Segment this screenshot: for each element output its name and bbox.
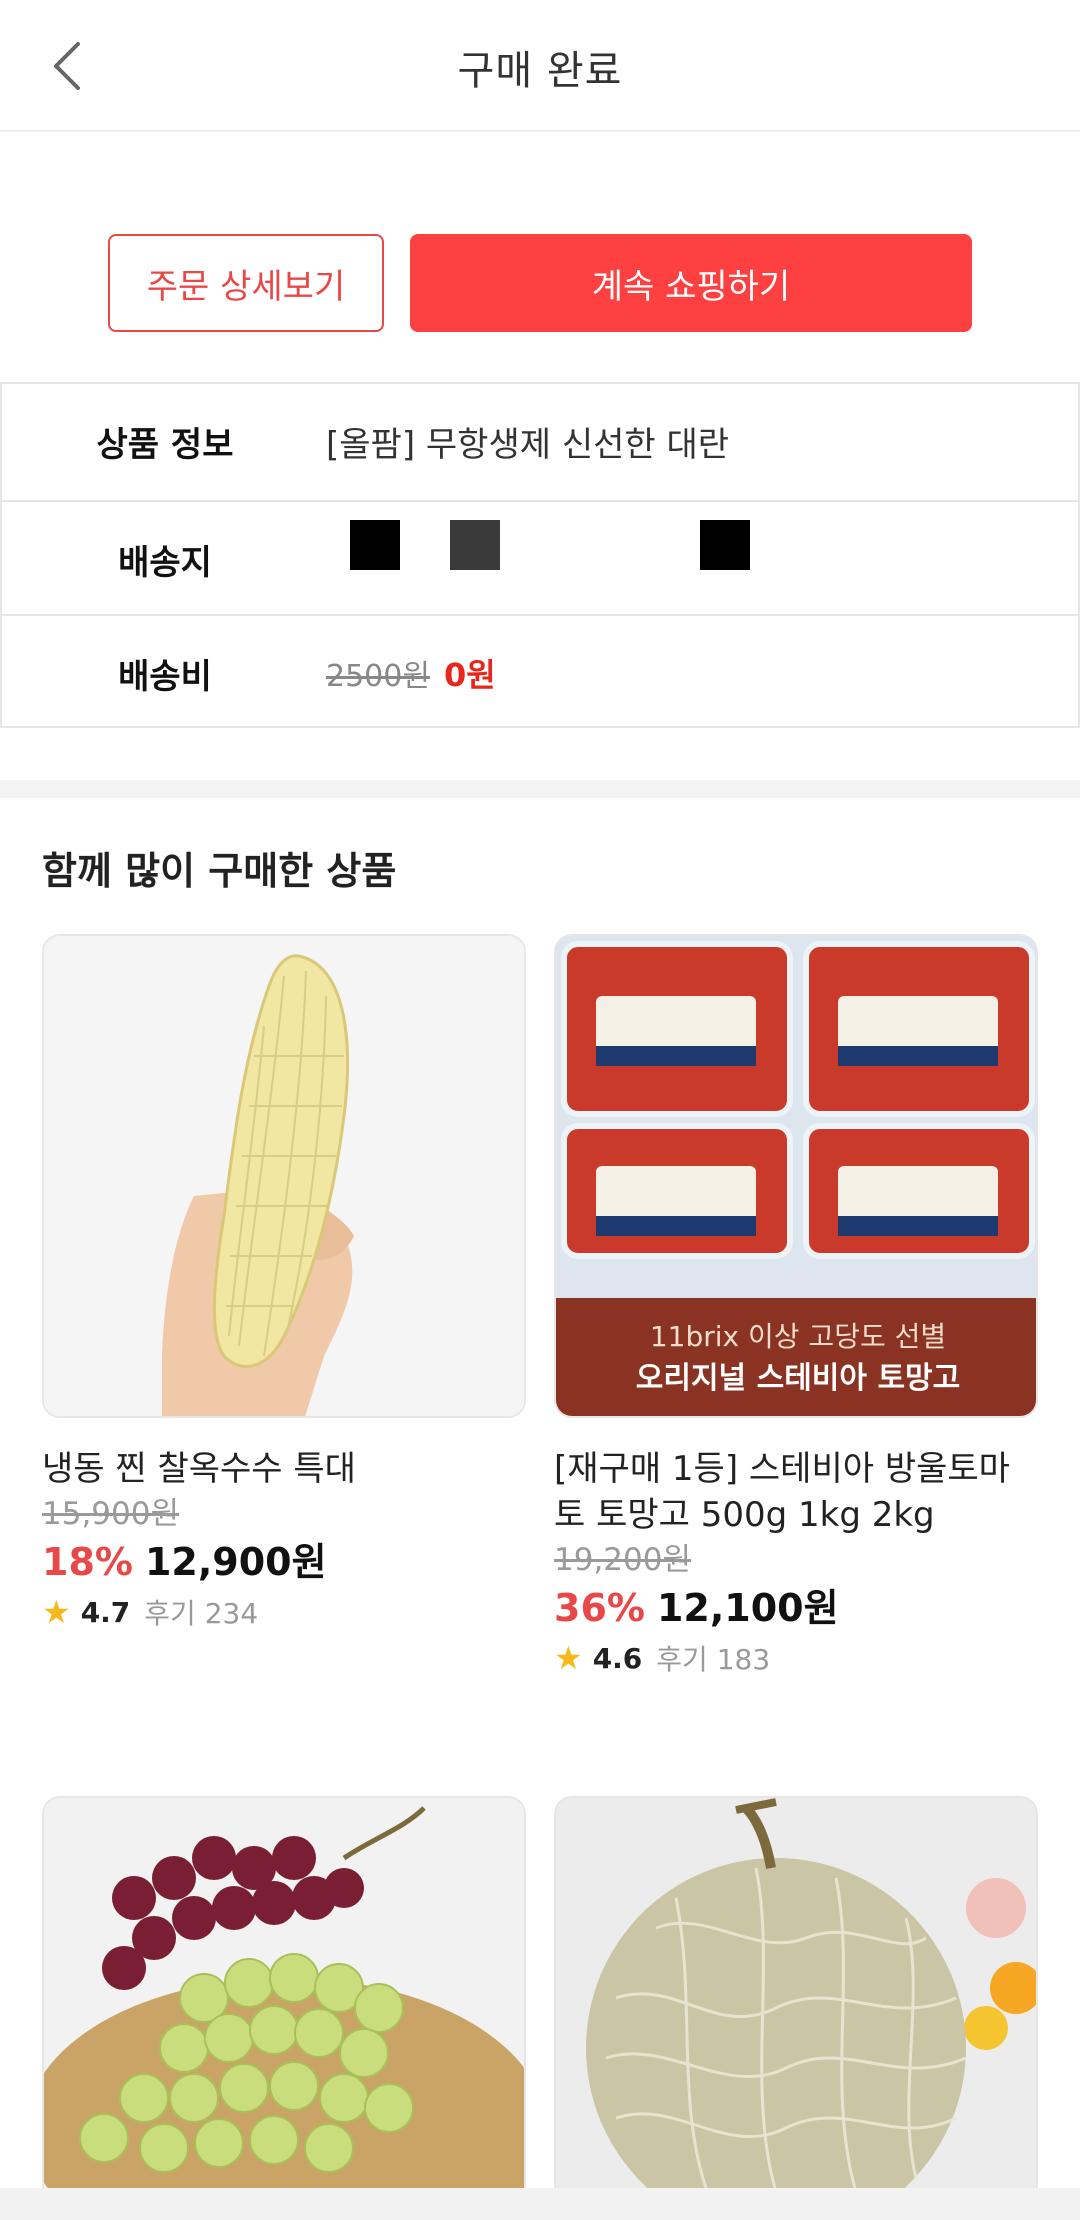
product-discount: 36% <box>554 1586 645 1630</box>
product-reviews: 후기 183 <box>656 1643 771 1676</box>
product-reviews: 후기 234 <box>144 1597 259 1630</box>
shipping-fee-row: 배송비 2500원 0원 <box>2 614 1078 728</box>
product-image[interactable] <box>42 1796 526 2190</box>
product-price-row: 18% 12,900원 <box>42 1536 526 1588</box>
order-detail-button[interactable]: 주문 상세보기 <box>108 234 384 332</box>
product-discount: 18% <box>42 1540 133 1584</box>
product-rating: 4.7 <box>80 1595 131 1629</box>
product-card[interactable]: 11brix 이상 고당도 선별 오리지널 스테비아 토망고 [재구매 1등] … <box>554 934 1038 1678</box>
product-rating-row: ★ 4.6 후기 183 <box>554 1638 1038 1678</box>
redacted-block <box>450 520 500 570</box>
continue-shopping-button[interactable]: 계속 쇼핑하기 <box>410 234 972 332</box>
product-card[interactable] <box>42 1796 526 2190</box>
corn-image <box>44 936 524 1416</box>
order-info-table: 상품 정보 [올팜] 무항생제 신선한 대란 배송지 배송비 2500원 0원 <box>0 382 1080 728</box>
address-label: 배송지 <box>118 542 212 583</box>
melon-image <box>556 1798 1036 2190</box>
product-price: 12,900원 <box>144 1540 327 1584</box>
star-icon: ★ <box>42 1593 71 1631</box>
product-original-price: 19,200원 <box>554 1542 691 1578</box>
banner-line-2: 오리지널 스테비아 토망고 <box>636 1361 961 1396</box>
bottom-system-bar <box>0 2188 1080 2220</box>
product-card[interactable]: 냉동 찐 찰옥수수 특대 15,900원 18% 12,900원 ★ 4.7 후… <box>42 934 526 1632</box>
product-image[interactable]: 11brix 이상 고당도 선별 오리지널 스테비아 토망고 <box>554 934 1038 1418</box>
shipping-original-price: 2500원 <box>326 659 430 694</box>
page-title: 구매 완료 <box>457 48 623 94</box>
shipping-final-price: 0원 <box>443 656 496 694</box>
banner-line-1: 11brix 이상 고당도 선별 <box>650 1320 946 1353</box>
product-original-price: 15,900원 <box>42 1496 179 1532</box>
product-image[interactable] <box>42 934 526 1418</box>
product-price: 12,100원 <box>656 1586 839 1630</box>
product-info-value: [올팜] 무항생제 신선한 대란 <box>326 424 730 465</box>
tomato-image: 11brix 이상 고당도 선별 오리지널 스테비아 토망고 <box>556 936 1036 1416</box>
shipping-fee-value: 2500원 0원 <box>326 616 496 730</box>
redacted-block <box>700 520 750 570</box>
recommend-section-title: 함께 많이 구매한 상품 <box>42 849 397 893</box>
address-row: 배송지 <box>2 500 1078 614</box>
product-name: [재구매 1등] 스테비아 방울토마토 토망고 500g 1kg 2kg <box>554 1449 1010 1535</box>
redacted-block <box>350 520 400 570</box>
product-rating-row: ★ 4.7 후기 234 <box>42 1592 526 1632</box>
product-image[interactable] <box>554 1796 1038 2190</box>
app-header: 구매 완료 <box>0 0 1080 132</box>
star-icon: ★ <box>554 1639 583 1677</box>
product-info-row: 상품 정보 [올팜] 무항생제 신선한 대란 <box>2 384 1078 498</box>
divider-gap <box>276 114 806 120</box>
shipping-fee-label: 배송비 <box>118 656 212 697</box>
product-info-label: 상품 정보 <box>96 424 234 465</box>
product-card[interactable] <box>554 1796 1038 2190</box>
product-price-row: 36% 12,100원 <box>554 1582 1038 1634</box>
product-rating: 4.6 <box>592 1641 643 1675</box>
purchase-complete-page: 구매 완료 주문 상세보기 계속 쇼핑하기 상품 정보 [올팜] 무항생제 신선… <box>0 0 1080 2220</box>
section-divider <box>0 780 1080 798</box>
grapes-image <box>44 1798 524 2190</box>
product-name: 냉동 찐 찰옥수수 특대 <box>42 1449 356 1489</box>
